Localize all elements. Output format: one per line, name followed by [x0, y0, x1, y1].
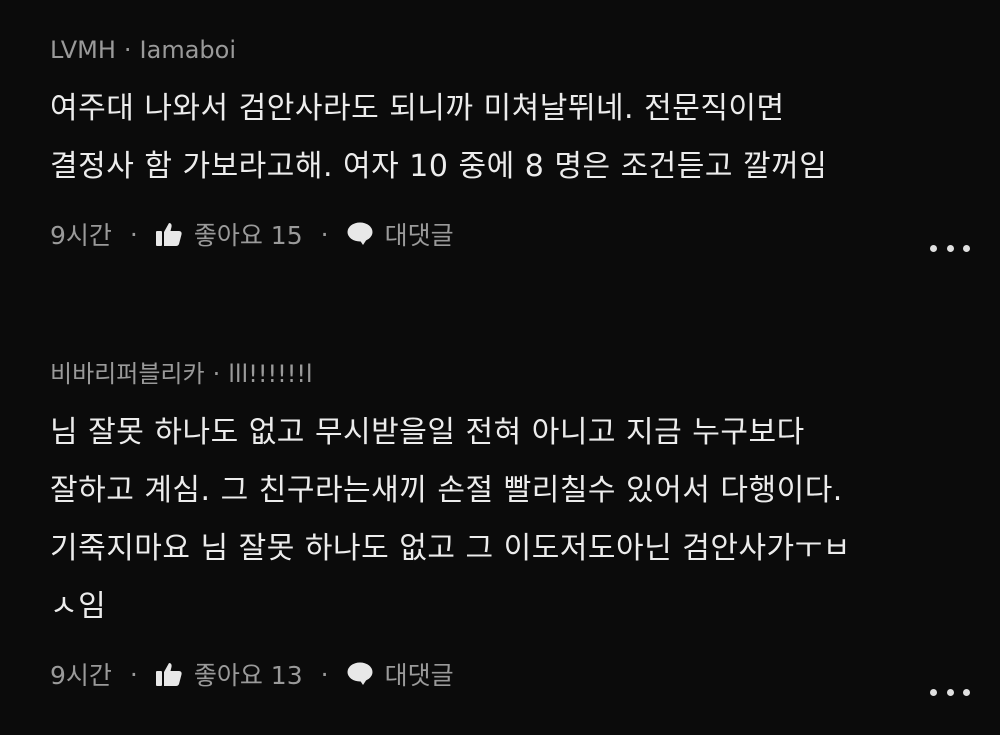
- thumbs-up-icon: [155, 222, 182, 246]
- speech-bubble-icon: [347, 222, 373, 246]
- meta-separator: ·: [123, 36, 132, 64]
- comment-line: 기죽지마요 님 잘못 하나도 없고 그 이도저도아닌 검안사가ㅜㅂ: [50, 531, 851, 566]
- reply-button[interactable]: 대댓글: [347, 216, 454, 252]
- action-separator: ·: [320, 219, 329, 249]
- comment-body: 님 잘못 하나도 없고 무시받을일 전혀 아니고 지금 누구보다 잘하고 계심.…: [50, 404, 970, 636]
- author-name[interactable]: 비바리퍼블리카: [50, 360, 205, 388]
- author-name[interactable]: LVMH: [50, 36, 116, 64]
- like-count-label: 좋아요 15: [193, 221, 303, 250]
- comment-line: 결정사 함 가보라고해. 여자 10 중에 8 명은 조건듣고 깔꺼임: [50, 149, 828, 184]
- comment-time: 9시간: [50, 221, 112, 250]
- comment-meta: 비바리퍼블리카 · lll!!!!!!l: [50, 356, 970, 392]
- author-badge: lll!!!!!!l: [228, 360, 313, 388]
- comment-meta: LVMH · Iamaboi: [50, 32, 970, 68]
- comment-line: 잘하고 계심. 그 친구라는새끼 손절 빨리칠수 있어서 다행이다.: [50, 473, 843, 508]
- more-horizontal-icon-dot: [946, 244, 954, 252]
- action-separator: ·: [129, 659, 138, 689]
- like-button[interactable]: 좋아요 15: [155, 216, 303, 252]
- action-separator: ·: [129, 219, 138, 249]
- reply-button[interactable]: 대댓글: [347, 656, 454, 692]
- comment-item: 비바리퍼블리카 · lll!!!!!!l 님 잘못 하나도 없고 무시받을일 전혀 …: [50, 356, 970, 696]
- more-horizontal-icon-dot: [963, 244, 970, 252]
- comment-body: 여주대 나와서 검안사라도 되니까 미쳐날뛰네. 전문직이면 결정사 함 가보라…: [50, 80, 970, 196]
- comment-line: 여주대 나와서 검안사라도 되니까 미쳐날뛰네. 전문직이면: [50, 91, 785, 126]
- like-button[interactable]: 좋아요 13: [155, 656, 303, 692]
- comment-actions: 9시간 · 좋아요 15 · 대댓글: [50, 214, 970, 254]
- reply-label: 대댓글: [384, 661, 454, 690]
- comment-line: 님 잘못 하나도 없고 무시받을일 전혀 아니고 지금 누구보다: [50, 415, 805, 450]
- more-horizontal-icon-dot: [963, 688, 970, 696]
- more-horizontal-icon-dot: [946, 688, 954, 696]
- comment-time: 9시간: [50, 661, 112, 690]
- like-count-label: 좋아요 13: [193, 661, 303, 690]
- comment-actions: 9시간 · 좋아요 13 · 대댓글: [50, 654, 970, 694]
- more-options-button[interactable]: [930, 682, 970, 702]
- author-badge: Iamaboi: [139, 36, 237, 64]
- reply-label: 대댓글: [384, 221, 454, 250]
- action-separator: ·: [320, 659, 329, 689]
- more-options-button[interactable]: [930, 238, 970, 258]
- comment-line: ㅅ임: [50, 589, 107, 624]
- more-horizontal-icon: [930, 688, 937, 696]
- meta-separator: ·: [212, 360, 221, 388]
- more-horizontal-icon: [930, 244, 937, 252]
- speech-bubble-icon: [347, 662, 373, 686]
- comment-item: LVMH · Iamaboi 여주대 나와서 검안사라도 되니까 미쳐날뛰네. 전문…: [50, 32, 970, 254]
- thumbs-up-icon: [155, 662, 182, 686]
